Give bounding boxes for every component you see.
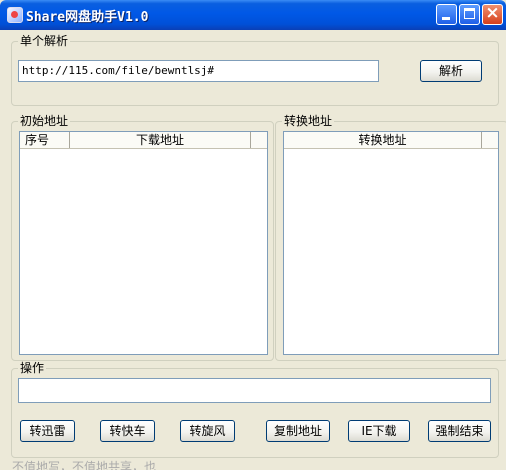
converted-urls-list[interactable]: 转换地址	[283, 131, 499, 355]
status-text: 不值地写，不值地共享，也	[12, 460, 157, 470]
to-xunlei-button[interactable]: 转迅雷	[20, 420, 75, 442]
converted-urls-legend: 转换地址	[282, 114, 335, 129]
app-window: Share网盘助手V1.0 × 单个解析 http://115.com/file…	[0, 0, 506, 470]
window-title: Share网盘助手V1.0	[26, 10, 149, 25]
converted-urls-header: 转换地址	[284, 132, 498, 149]
minimize-button[interactable]	[436, 4, 457, 25]
column-index[interactable]: 序号	[20, 132, 70, 148]
original-urls-legend: 初始地址	[18, 114, 71, 129]
to-xuanfeng-button[interactable]: 转旋风	[180, 420, 235, 442]
maximize-button[interactable]	[459, 4, 480, 25]
log-field[interactable]	[18, 378, 491, 403]
ie-download-button[interactable]: IE下载	[348, 420, 410, 442]
parse-button[interactable]: 解析	[420, 60, 482, 82]
operations-legend: 操作	[18, 361, 47, 376]
column-converted-url[interactable]: 转换地址	[284, 132, 482, 148]
minimize-icon	[442, 17, 450, 20]
copy-address-button[interactable]: 复制地址	[266, 420, 330, 442]
original-urls-header: 序号 下载地址	[20, 132, 267, 149]
original-urls-list[interactable]: 序号 下载地址	[19, 131, 268, 355]
title-bar[interactable]: Share网盘助手V1.0 ×	[0, 0, 506, 30]
app-icon[interactable]	[7, 7, 23, 23]
single-parse-legend: 单个解析	[18, 34, 71, 49]
url-input[interactable]: http://115.com/file/bewntlsj#	[18, 60, 379, 82]
maximize-icon	[464, 8, 475, 19]
close-button[interactable]: ×	[482, 3, 503, 25]
close-icon: ×	[485, 3, 500, 23]
column-download-url[interactable]: 下载地址	[70, 132, 251, 148]
force-end-button[interactable]: 强制结束	[428, 420, 491, 442]
to-kuaiche-button[interactable]: 转快车	[100, 420, 155, 442]
